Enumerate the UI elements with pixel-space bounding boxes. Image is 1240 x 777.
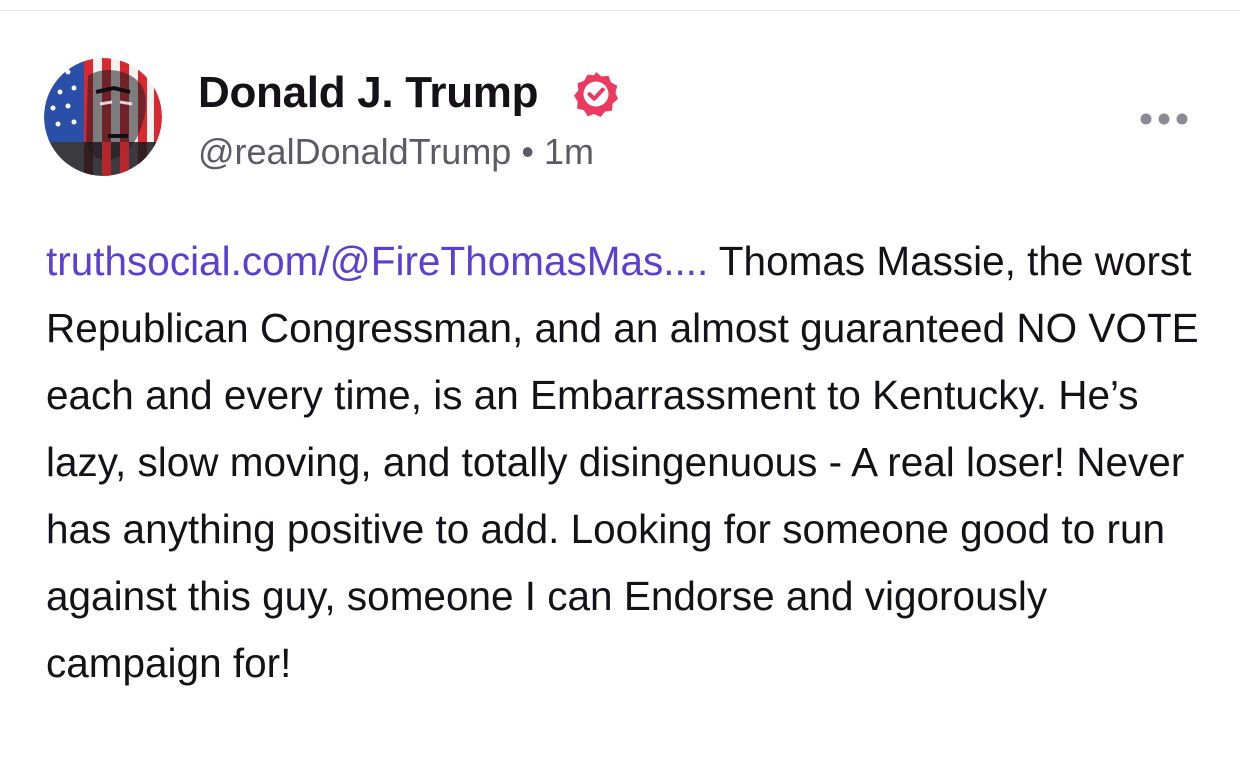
truth-post: Donald J. Trump @realDonaldTrump • 1m trut… [0,0,1240,777]
author-handle[interactable]: @realDonaldTrump [198,131,511,172]
post-timestamp[interactable]: 1m [544,131,594,172]
separator-dot: • [521,131,534,172]
post-body: truthsocial.com/@FireThomasMas.... Thoma… [46,228,1216,697]
post-link[interactable]: truthsocial.com/@FireThomasMas.... [46,238,708,284]
author-handle-row: @realDonaldTrump • 1m [198,131,594,173]
author-display-name[interactable]: Donald J. Trump [198,68,539,118]
more-options-button[interactable] [1136,106,1192,132]
more-dots-icon [1140,113,1188,125]
verified-check-icon [572,70,620,118]
flag-portrait-avatar-icon [44,58,162,176]
author-avatar[interactable] [44,58,162,176]
post-text: Thomas Massie, the worst Republican Cong… [46,238,1199,686]
